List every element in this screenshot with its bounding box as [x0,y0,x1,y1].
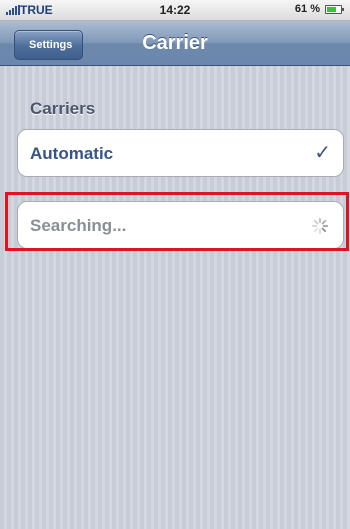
automatic-option[interactable]: Automatic ✓ [17,129,344,177]
navigation-bar: Settings Carrier [0,21,350,66]
carriers-section-header: Carriers [30,99,96,118]
battery-percent: 61 % [294,3,320,15]
searching-label: Searching... [30,216,127,235]
status-bar: TRUE 14:22 61 % [0,0,350,21]
checkmark-icon: ✓ [314,140,331,164]
searching-row[interactable]: Searching... [17,201,344,249]
page-title: Carrier [142,32,208,54]
battery-icon [325,5,344,14]
spinner-icon [311,217,329,235]
automatic-label: Automatic [30,144,114,163]
